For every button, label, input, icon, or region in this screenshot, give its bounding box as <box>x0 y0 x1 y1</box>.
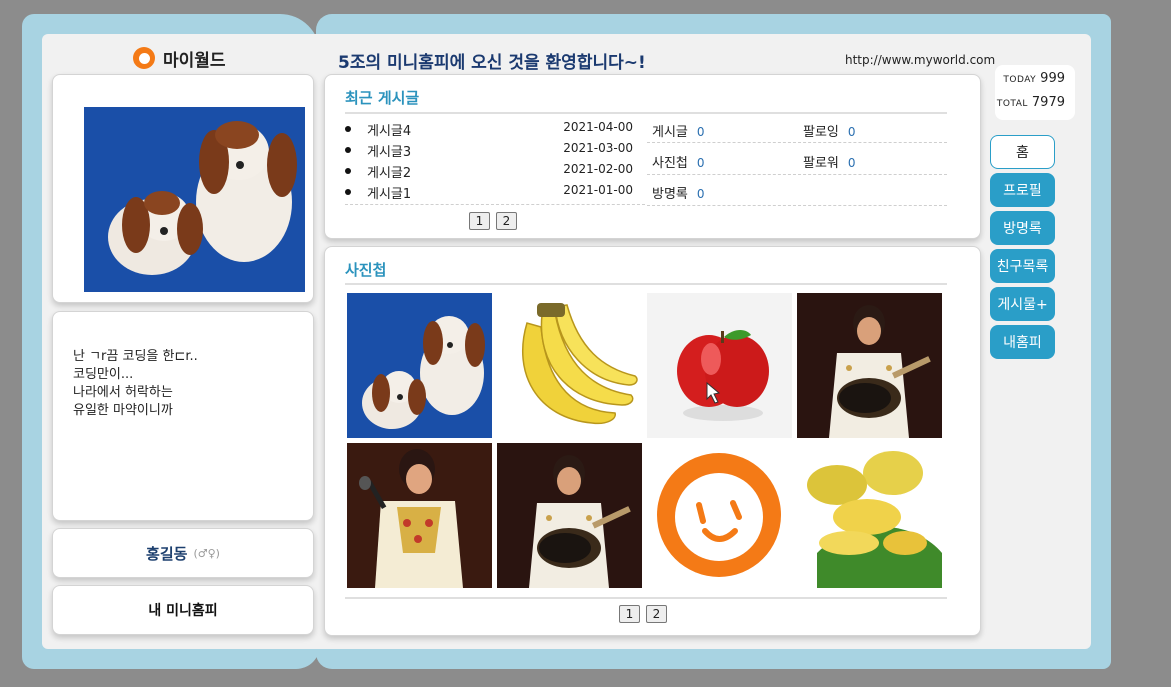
page-button[interactable]: 1 <box>619 605 640 623</box>
divider <box>345 112 947 114</box>
stat-guestbook: 방명록 0 <box>652 187 705 202</box>
photo-album-title: 사진첩 <box>345 261 387 279</box>
profile-photo <box>84 107 305 292</box>
gender-icon: (♂♀) <box>193 546 220 560</box>
menu-post-plus[interactable]: 게시물+ <box>990 287 1055 321</box>
photos-pager: 1 2 <box>619 605 667 623</box>
menu-my-home[interactable]: 내홈피 <box>990 325 1055 359</box>
stat-posts: 게시글 0 <box>652 125 705 140</box>
divider <box>345 204 645 205</box>
post-item[interactable]: 게시글3 2021-03-00 <box>345 141 633 162</box>
page-button[interactable]: 1 <box>469 212 490 230</box>
photo-singer-guitar[interactable] <box>797 293 942 438</box>
post-item[interactable]: 게시글1 2021-01-00 <box>345 183 633 204</box>
divider <box>647 205 947 206</box>
visitor-counter: TODAY 999 TOTAL 7979 <box>995 65 1075 120</box>
my-minihome-label: 내 미니홈피 <box>148 603 218 619</box>
user-name[interactable]: 홍길동 <box>146 543 187 564</box>
my-minihome-button[interactable]: 내 미니홈피 <box>52 585 314 635</box>
posts-pager: 1 2 <box>469 212 517 230</box>
divider <box>647 174 947 175</box>
logo-icon <box>133 47 155 69</box>
photo-album-card: 사진첩 1 2 <box>324 246 981 636</box>
divider <box>345 597 947 599</box>
photo-singer-microphone[interactable] <box>347 443 492 588</box>
divider <box>345 283 947 285</box>
photo-apple[interactable] <box>647 293 792 438</box>
today-count: TODAY 999 <box>1003 71 1065 86</box>
total-count: TOTAL 7979 <box>996 95 1065 110</box>
post-item[interactable]: 게시글2 2021-02-00 <box>345 162 633 183</box>
recent-posts-card: 최근 게시글 게시글4 2021-04-00 게시글3 2021-03-00 게시글… <box>324 74 981 239</box>
photo-bananas[interactable] <box>497 293 642 438</box>
name-card: 홍길동 (♂♀) <box>52 528 314 578</box>
menu-guestbook[interactable]: 방명록 <box>990 211 1055 245</box>
site-url[interactable]: http://www.myworld.com <box>845 53 995 67</box>
photo-mangoes[interactable] <box>797 443 942 588</box>
stat-followers: 팔로워 0 <box>803 156 856 171</box>
menu-home[interactable]: 홈 <box>990 135 1055 169</box>
profile-photo-card <box>52 74 314 303</box>
menu-friends[interactable]: 친구목록 <box>990 249 1055 283</box>
menu-profile[interactable]: 프로필 <box>990 173 1055 207</box>
photo-puppies[interactable] <box>347 293 492 438</box>
page-button[interactable]: 2 <box>646 605 667 623</box>
photo-orange-logo[interactable] <box>647 443 792 588</box>
page-title: 5조의 미니홈피에 오신 것을 환영합니다~! <box>338 53 646 73</box>
page-button[interactable]: 2 <box>496 212 517 230</box>
site-logo[interactable]: 마이월드 <box>133 46 226 71</box>
post-item[interactable]: 게시글4 2021-04-00 <box>345 120 633 141</box>
recent-posts-title: 최근 게시글 <box>345 89 420 107</box>
photo-singer-guitar[interactable] <box>497 443 642 588</box>
bio-card: 난 ㄱr끔 코딩을 한⊏r.. 코딩만이... 나라에서 허락하는 유일한 마약… <box>52 311 314 521</box>
divider <box>647 142 947 143</box>
logo-text: 마이월드 <box>163 50 226 71</box>
stat-following: 팔로잉 0 <box>803 125 856 140</box>
bio-text: 난 ㄱr끔 코딩을 한⊏r.. 코딩만이... 나라에서 허락하는 유일한 마약… <box>73 349 198 418</box>
stat-photos: 사진첩 0 <box>652 156 705 171</box>
